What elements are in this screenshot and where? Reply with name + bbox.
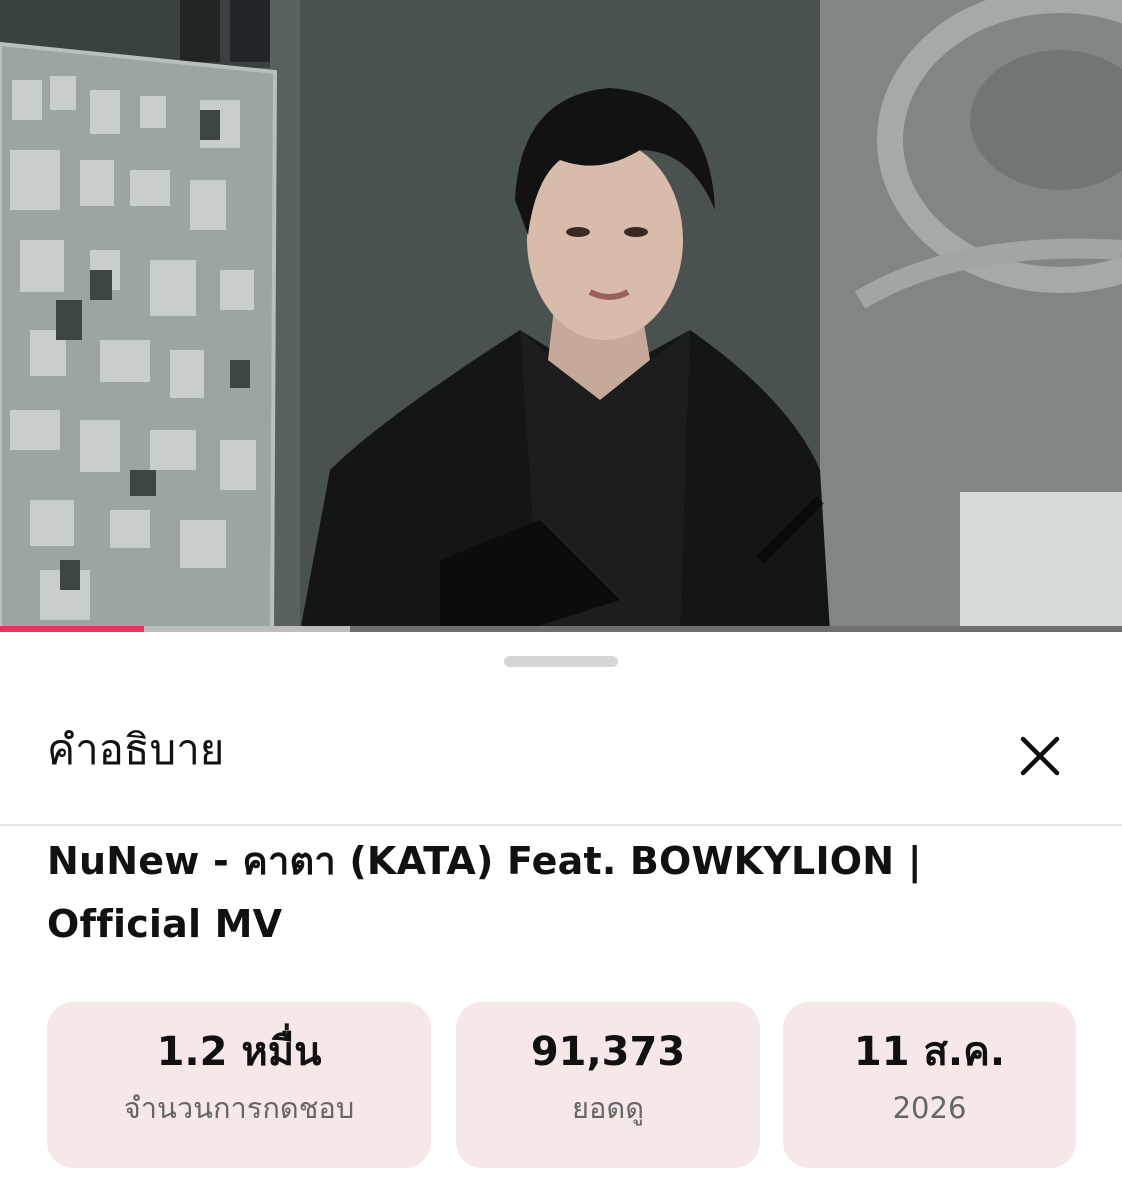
date-stat-card: 11 ส.ค. 2026: [783, 1002, 1076, 1168]
screen: คำอธิบาย NuNew - คาตา (KATA) Feat. BOWKY…: [0, 0, 1122, 1200]
close-icon: [1020, 736, 1060, 776]
views-stat-card: 91,373 ยอดดู: [456, 1002, 760, 1168]
video-progress-bar[interactable]: [0, 626, 1122, 632]
description-sheet: คำอธิบาย NuNew - คาตา (KATA) Feat. BOWKY…: [0, 634, 1122, 1200]
video-player[interactable]: [0, 0, 1122, 632]
video-frame: [0, 0, 1122, 632]
publish-date: 11 ส.ค.: [853, 1029, 1006, 1075]
sheet-title: คำอธิบาย: [47, 725, 225, 774]
likes-stat-card: 1.2 หมื่น จำนวนการกดชอบ: [47, 1002, 431, 1168]
close-button[interactable]: [1010, 726, 1070, 786]
sheet-grabber-handle[interactable]: [504, 656, 618, 667]
views-count: 91,373: [530, 1029, 686, 1075]
video-title: NuNew - คาตา (KATA) Feat. BOWKYLION | Of…: [47, 839, 922, 946]
divider: [0, 824, 1122, 826]
publish-year: 2026: [892, 1091, 967, 1125]
likes-label: จำนวนการกดชอบ: [123, 1091, 355, 1125]
progress-played: [0, 626, 144, 632]
likes-count: 1.2 หมื่น: [156, 1029, 322, 1075]
views-label: ยอดดู: [571, 1091, 645, 1125]
